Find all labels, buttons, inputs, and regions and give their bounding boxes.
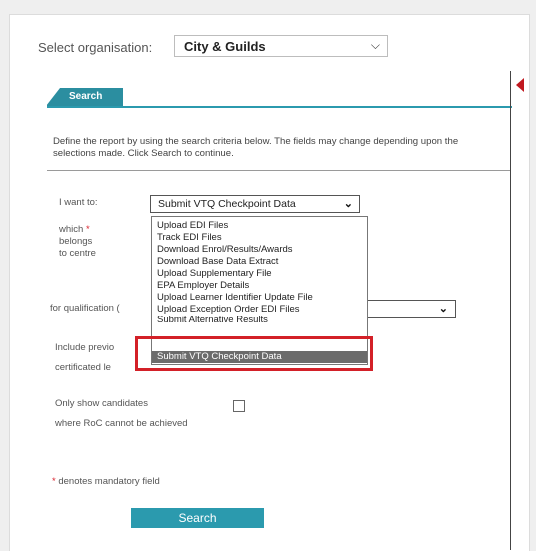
chevron-down-icon: ⌄ [343,198,353,210]
search-button[interactable]: Search [131,508,264,528]
belongs-label: belongs [59,236,93,247]
which-label-text: which [59,224,84,235]
dropdown-option[interactable]: Track EDI Files [152,232,367,243]
tab-search[interactable]: Search [46,88,123,106]
tab-search-label: Search [69,91,103,102]
qualification-select[interactable]: ⌄ [365,300,456,318]
highlight-box [135,336,373,371]
organisation-select-value: City & Guilds [184,39,266,54]
dropdown-option[interactable]: Upload EDI Files [152,220,367,231]
caret-left-icon[interactable] [516,78,524,92]
want-label: I want to: [59,197,98,208]
required-mark: * [52,476,56,487]
report-type-select-value: Submit VTQ Checkpoint Data [158,198,296,210]
mandatory-note: * denotes mandatory field [52,476,160,487]
dropdown-option[interactable]: Submit Alternative Results [152,316,367,324]
roc-label: where RoC cannot be achieved [55,418,188,429]
report-type-select[interactable]: Submit VTQ Checkpoint Data ⌄ [150,195,360,213]
dropdown-option[interactable]: Upload Learner Identifier Update File [152,292,367,303]
which-label: which * [59,224,90,235]
section-divider [47,170,510,171]
instructions-text: Define the report by using the search cr… [53,136,459,159]
dropdown-option[interactable]: Upload Supplementary File [152,268,367,279]
dropdown-option[interactable]: Download Enrol/Results/Awards [152,244,367,255]
only-show-label: Only show candidates [55,398,148,409]
dropdown-option[interactable]: EPA Employer Details [152,280,367,291]
certificated-label: certificated le [55,362,111,373]
side-divider [510,71,511,550]
organisation-select[interactable]: City & Guilds ⌵ [174,35,388,57]
roc-checkbox[interactable] [233,400,245,412]
tab-bar: Search [46,88,512,108]
centre-label: to centre [59,248,96,259]
include-label: Include previo [55,342,115,353]
mandatory-note-text: denotes mandatory field [58,476,160,487]
tab-notch [46,88,60,106]
required-mark: * [85,224,90,235]
dropdown-option[interactable]: Upload Exception Order EDI Files [152,304,367,315]
organisation-label: Select organisation: [38,40,153,55]
chevron-down-icon: ⌵ [370,38,380,52]
qualification-label: for qualification ( [50,303,120,314]
chevron-down-icon: ⌄ [438,303,448,315]
dropdown-option[interactable]: Download Base Data Extract [152,256,367,267]
